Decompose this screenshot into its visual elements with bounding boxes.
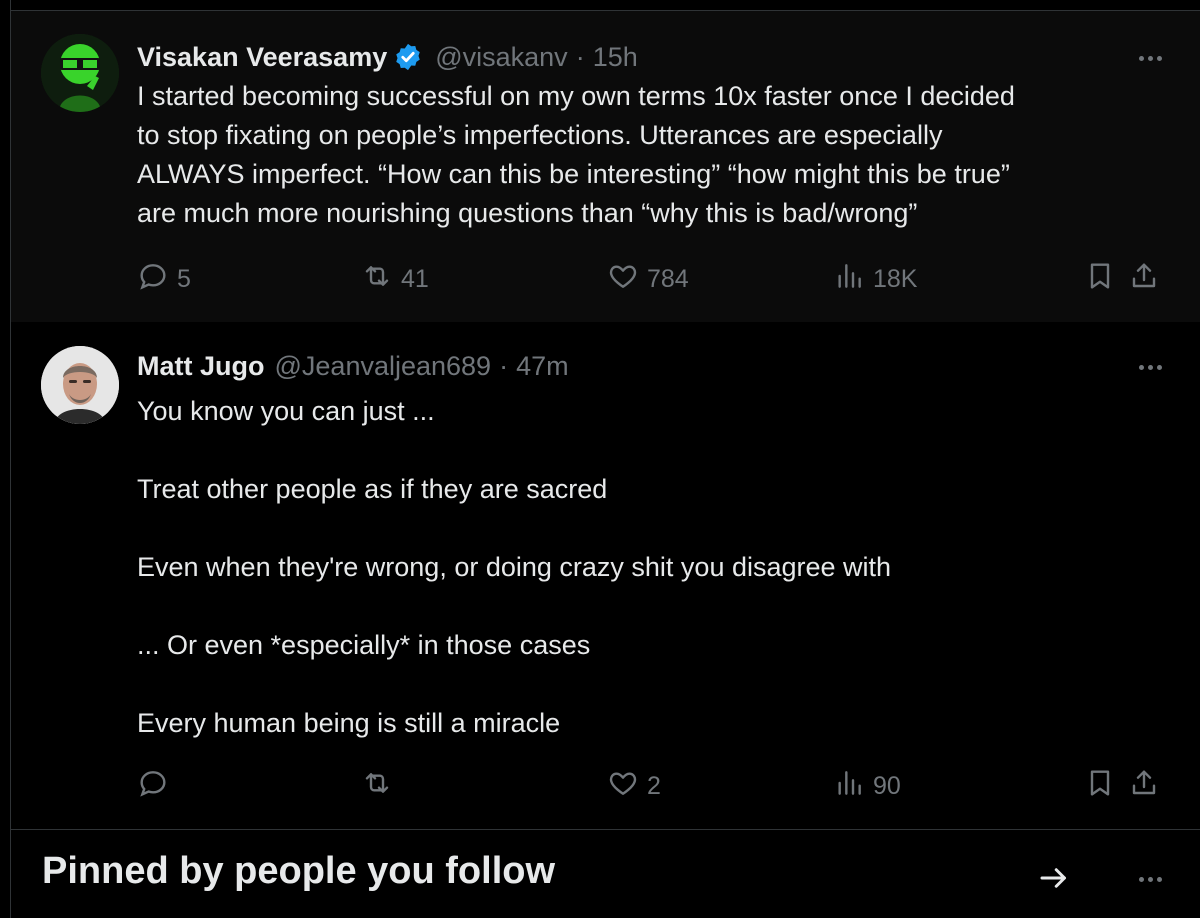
timestamp[interactable]: 47m — [516, 351, 569, 382]
text-line: I started becoming successful on my own … — [137, 81, 1015, 111]
views-count: 18K — [873, 264, 918, 293]
like-button[interactable]: 784 — [607, 259, 689, 299]
tweet-header: Matt Jugo @Jeanvaljean689 · 47m — [137, 348, 1140, 384]
like-button[interactable]: 2 — [607, 766, 661, 806]
tweet-header: Visakan Veerasamy @visakanv · 15h — [137, 39, 1140, 75]
heart-icon — [607, 260, 639, 299]
text-paragraph: Treat other people as if they are sacred — [137, 474, 608, 504]
text-line: ALWAYS imperfect. “How can this be inter… — [137, 159, 1010, 189]
tweet-actions: 2 90 — [137, 766, 1160, 806]
reply-icon — [137, 260, 169, 299]
repost-icon — [361, 767, 393, 806]
reply-button[interactable] — [137, 766, 177, 806]
author-handle[interactable]: @Jeanvaljean689 — [275, 351, 492, 382]
avatar[interactable] — [41, 346, 119, 424]
bookmark-icon — [1084, 767, 1116, 806]
share-icon — [1128, 260, 1160, 299]
bookmark-icon — [1084, 260, 1116, 299]
repost-icon — [361, 260, 393, 299]
tweet-actions: 5 41 784 18K — [137, 259, 1160, 299]
more-icon[interactable] — [1130, 352, 1170, 382]
text-line: are much more nourishing questions than … — [137, 198, 918, 228]
arrow-right-icon[interactable] — [1036, 860, 1072, 896]
tweet-text: You know you can just ... Treat other pe… — [137, 392, 1140, 743]
share-button[interactable] — [1128, 259, 1160, 299]
repost-button[interactable]: 41 — [361, 259, 429, 299]
separator-dot: · — [499, 350, 509, 381]
heart-icon — [607, 767, 639, 806]
author-name[interactable]: Matt Jugo — [137, 351, 265, 382]
timestamp[interactable]: 15h — [593, 42, 638, 73]
tweet[interactable]: Visakan Veerasamy @visakanv · 15h I star… — [10, 10, 1200, 332]
share-button[interactable] — [1128, 766, 1160, 806]
views-count: 90 — [873, 771, 901, 800]
avatar[interactable] — [41, 34, 119, 112]
section-title: Pinned by people you follow — [42, 850, 556, 892]
like-count: 784 — [647, 264, 689, 293]
reply-button[interactable]: 5 — [137, 259, 191, 299]
tweet-text: I started becoming successful on my own … — [137, 77, 1140, 233]
verified-badge-icon — [393, 42, 423, 72]
repost-button[interactable] — [361, 766, 401, 806]
text-paragraph: ... Or even *especially* in those cases — [137, 630, 591, 660]
more-icon[interactable] — [1130, 43, 1170, 73]
views-icon — [833, 767, 865, 806]
bookmark-button[interactable] — [1084, 259, 1116, 299]
author-handle[interactable]: @visakanv — [435, 42, 567, 73]
bookmark-button[interactable] — [1084, 766, 1116, 806]
text-paragraph: Even when they're wrong, or doing crazy … — [137, 552, 892, 582]
text-paragraph: Every human being is still a miracle — [137, 708, 561, 738]
text-line: to stop fixating on people’s imperfectio… — [137, 120, 943, 150]
views-icon — [833, 260, 865, 299]
share-icon — [1128, 767, 1160, 806]
views-button[interactable]: 90 — [833, 766, 901, 806]
author-name[interactable]: Visakan Veerasamy — [137, 42, 387, 73]
views-button[interactable]: 18K — [833, 259, 917, 299]
repost-count: 41 — [401, 264, 429, 293]
more-icon[interactable] — [1130, 864, 1170, 894]
like-count: 2 — [647, 771, 661, 800]
reply-count: 5 — [177, 264, 191, 293]
text-paragraph: You know you can just ... — [137, 396, 435, 426]
tweet[interactable]: Matt Jugo @Jeanvaljean689 · 47m You know… — [10, 322, 1200, 830]
separator-dot: · — [575, 41, 585, 72]
reply-icon — [137, 767, 169, 806]
